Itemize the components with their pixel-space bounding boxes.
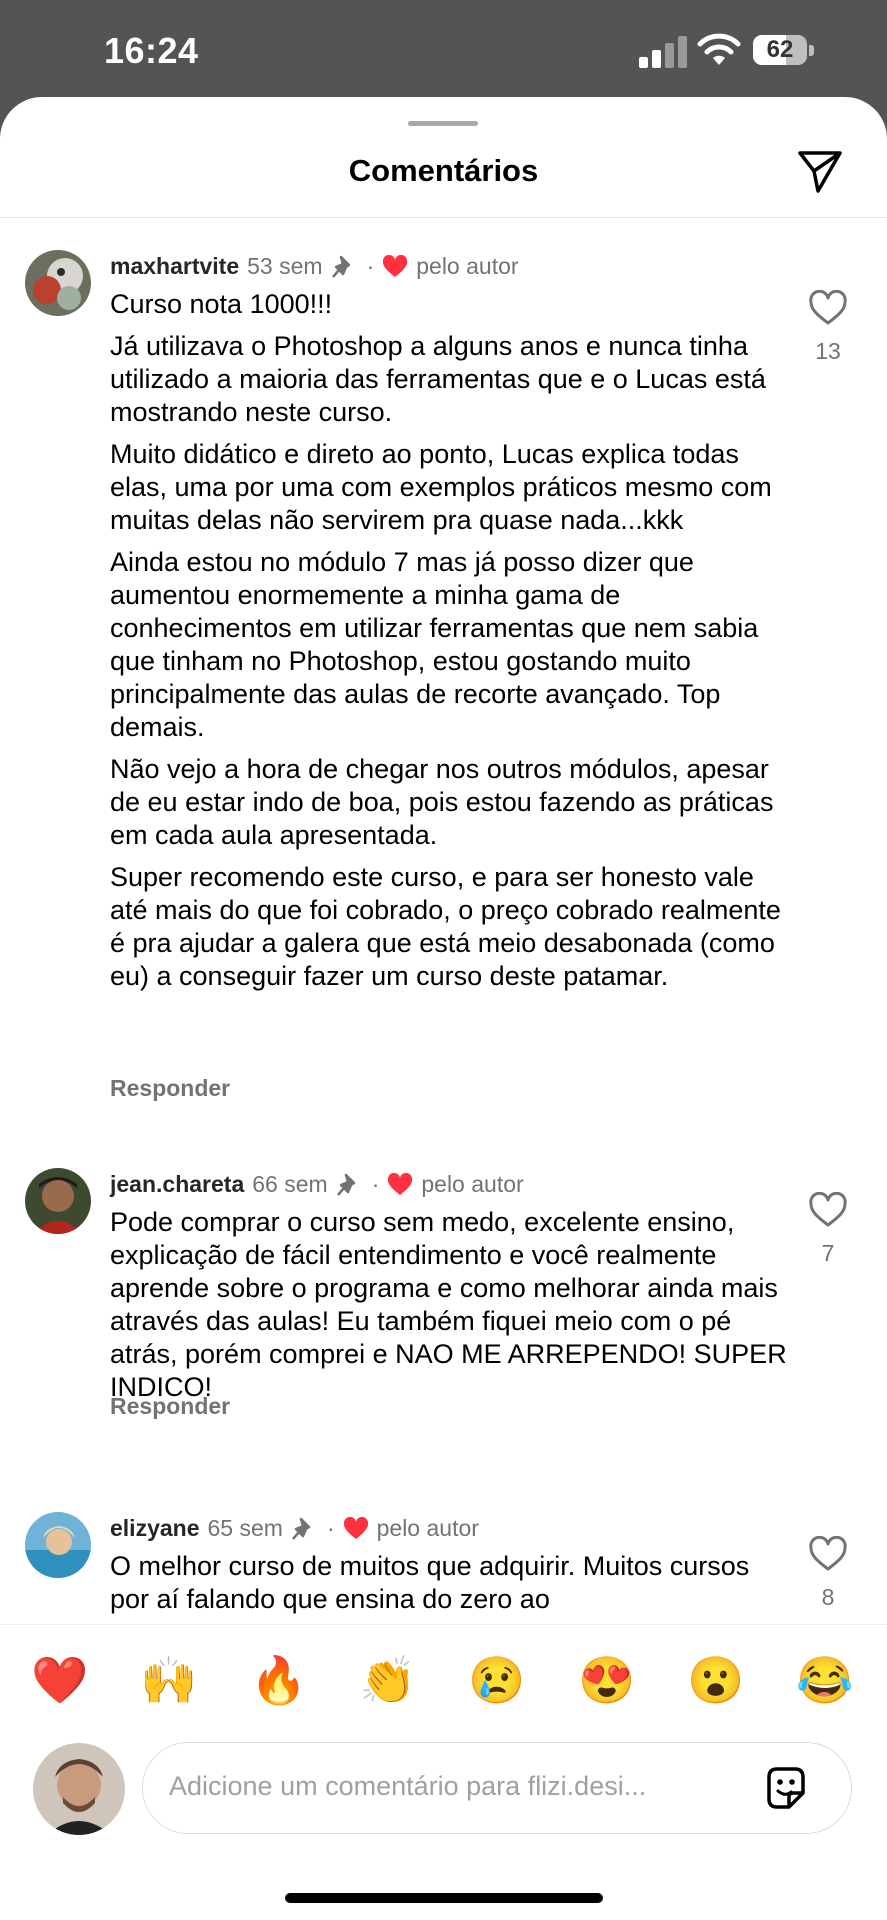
comment-age: 66 sem: [252, 1171, 328, 1197]
quick-reactions: ❤️ 🙌 🔥 👏 😢 😍 😮 😂: [0, 1650, 887, 1714]
like-count: 13: [815, 338, 841, 364]
reaction-raised-hands[interactable]: 🙌: [139, 1650, 199, 1710]
comment-item: jean.chareta 66 sem · pelo autor Pode co…: [0, 1168, 887, 1468]
wifi-icon: [697, 33, 741, 65]
comment-paragraph: Já utilizava o Photoshop a alguns anos e…: [110, 331, 766, 427]
comment-meta: maxhartvite 53 sem · pelo autor: [110, 253, 519, 280]
reaction-heart[interactable]: ❤️: [30, 1650, 90, 1710]
comment-username[interactable]: elizyane: [110, 1515, 200, 1542]
status-bar: 16:24 62: [0, 0, 887, 100]
sheet-grabber[interactable]: [408, 121, 478, 126]
reaction-surprised[interactable]: 😮: [686, 1650, 746, 1710]
comment-text: Curso nota 1000!!! Já utilizava o Photos…: [110, 288, 790, 1002]
heart-outline-icon[interactable]: [808, 1536, 848, 1572]
pin-icon: [291, 1517, 311, 1540]
cellular-signal-icon: [639, 36, 687, 68]
comment-text: O melhor curso de muitos que adquirir. M…: [110, 1550, 790, 1618]
sheet-title: Comentários: [348, 153, 539, 188]
reply-button[interactable]: Responder: [110, 1393, 230, 1420]
comment-paragraph: Pode comprar o curso sem medo, excelente…: [110, 1207, 787, 1402]
pin-icon: [331, 255, 350, 278]
comment-meta: jean.chareta 66 sem · pelo autor: [110, 1171, 524, 1198]
comment-item: elizyane 65 sem · pelo autor O melhor cu…: [0, 1512, 887, 1618]
like-count: 7: [821, 1240, 835, 1266]
comment-composer: [142, 1742, 852, 1834]
reaction-clap[interactable]: 👏: [358, 1650, 418, 1710]
comment-item: maxhartvite 53 sem · pelo autor Curso no…: [0, 250, 887, 1150]
heart-filled-icon: [343, 1516, 368, 1539]
current-user-avatar: [33, 1743, 125, 1835]
avatar[interactable]: [25, 1168, 91, 1234]
avatar[interactable]: [25, 1512, 91, 1578]
comment-username[interactable]: jean.chareta: [110, 1171, 244, 1198]
sticker-icon[interactable]: [761, 1763, 811, 1813]
battery-icon: 62: [753, 35, 819, 69]
heart-outline-icon[interactable]: [808, 290, 848, 326]
heart-filled-icon: [383, 254, 408, 277]
liked-by-author: pelo autor: [421, 1171, 524, 1197]
comment-meta: elizyane 65 sem · pelo autor: [110, 1515, 479, 1542]
reply-button[interactable]: Responder: [110, 1075, 230, 1102]
paper-plane-icon[interactable]: [796, 149, 844, 195]
comment-age: 65 sem: [207, 1515, 283, 1541]
comment-paragraph: Super recomendo este curso, e para ser h…: [110, 862, 781, 991]
reaction-heart-eyes[interactable]: 😍: [577, 1650, 637, 1710]
battery-level: 62: [766, 36, 794, 63]
comment-paragraph: O melhor curso de muitos que adquirir. M…: [110, 1551, 750, 1614]
comment-input[interactable]: [169, 1771, 729, 1802]
reaction-crying[interactable]: 😢: [467, 1650, 527, 1710]
comments-list: maxhartvite 53 sem · pelo autor Curso no…: [0, 218, 887, 1618]
status-time: 16:24: [104, 30, 199, 71]
like-count: 8: [821, 1584, 835, 1610]
liked-by-author: pelo autor: [376, 1515, 479, 1541]
reactions-divider: [0, 1624, 887, 1625]
comment-paragraph: Não vejo a hora de chegar nos outros mód…: [110, 754, 774, 850]
heart-outline-icon[interactable]: [808, 1192, 848, 1228]
comment-age: 53 sem: [247, 253, 323, 279]
comment-username[interactable]: maxhartvite: [110, 253, 239, 280]
comments-sheet: Comentários maxhartvite 53 sem · pelo au…: [0, 97, 887, 1920]
liked-by-author: pelo autor: [416, 253, 519, 279]
comment-paragraph: Curso nota 1000!!!: [110, 289, 333, 319]
comment-paragraph: Muito didático e direto ao ponto, Lucas …: [110, 439, 772, 535]
avatar[interactable]: [25, 250, 91, 316]
home-indicator[interactable]: [285, 1893, 603, 1903]
reaction-laughing[interactable]: 😂: [795, 1650, 855, 1710]
reaction-fire[interactable]: 🔥: [249, 1650, 309, 1710]
comment-paragraph: Ainda estou no módulo 7 mas já posso diz…: [110, 547, 759, 742]
pin-icon: [336, 1173, 355, 1196]
comment-text: Pode comprar o curso sem medo, excelente…: [110, 1206, 790, 1413]
heart-filled-icon: [388, 1172, 413, 1195]
